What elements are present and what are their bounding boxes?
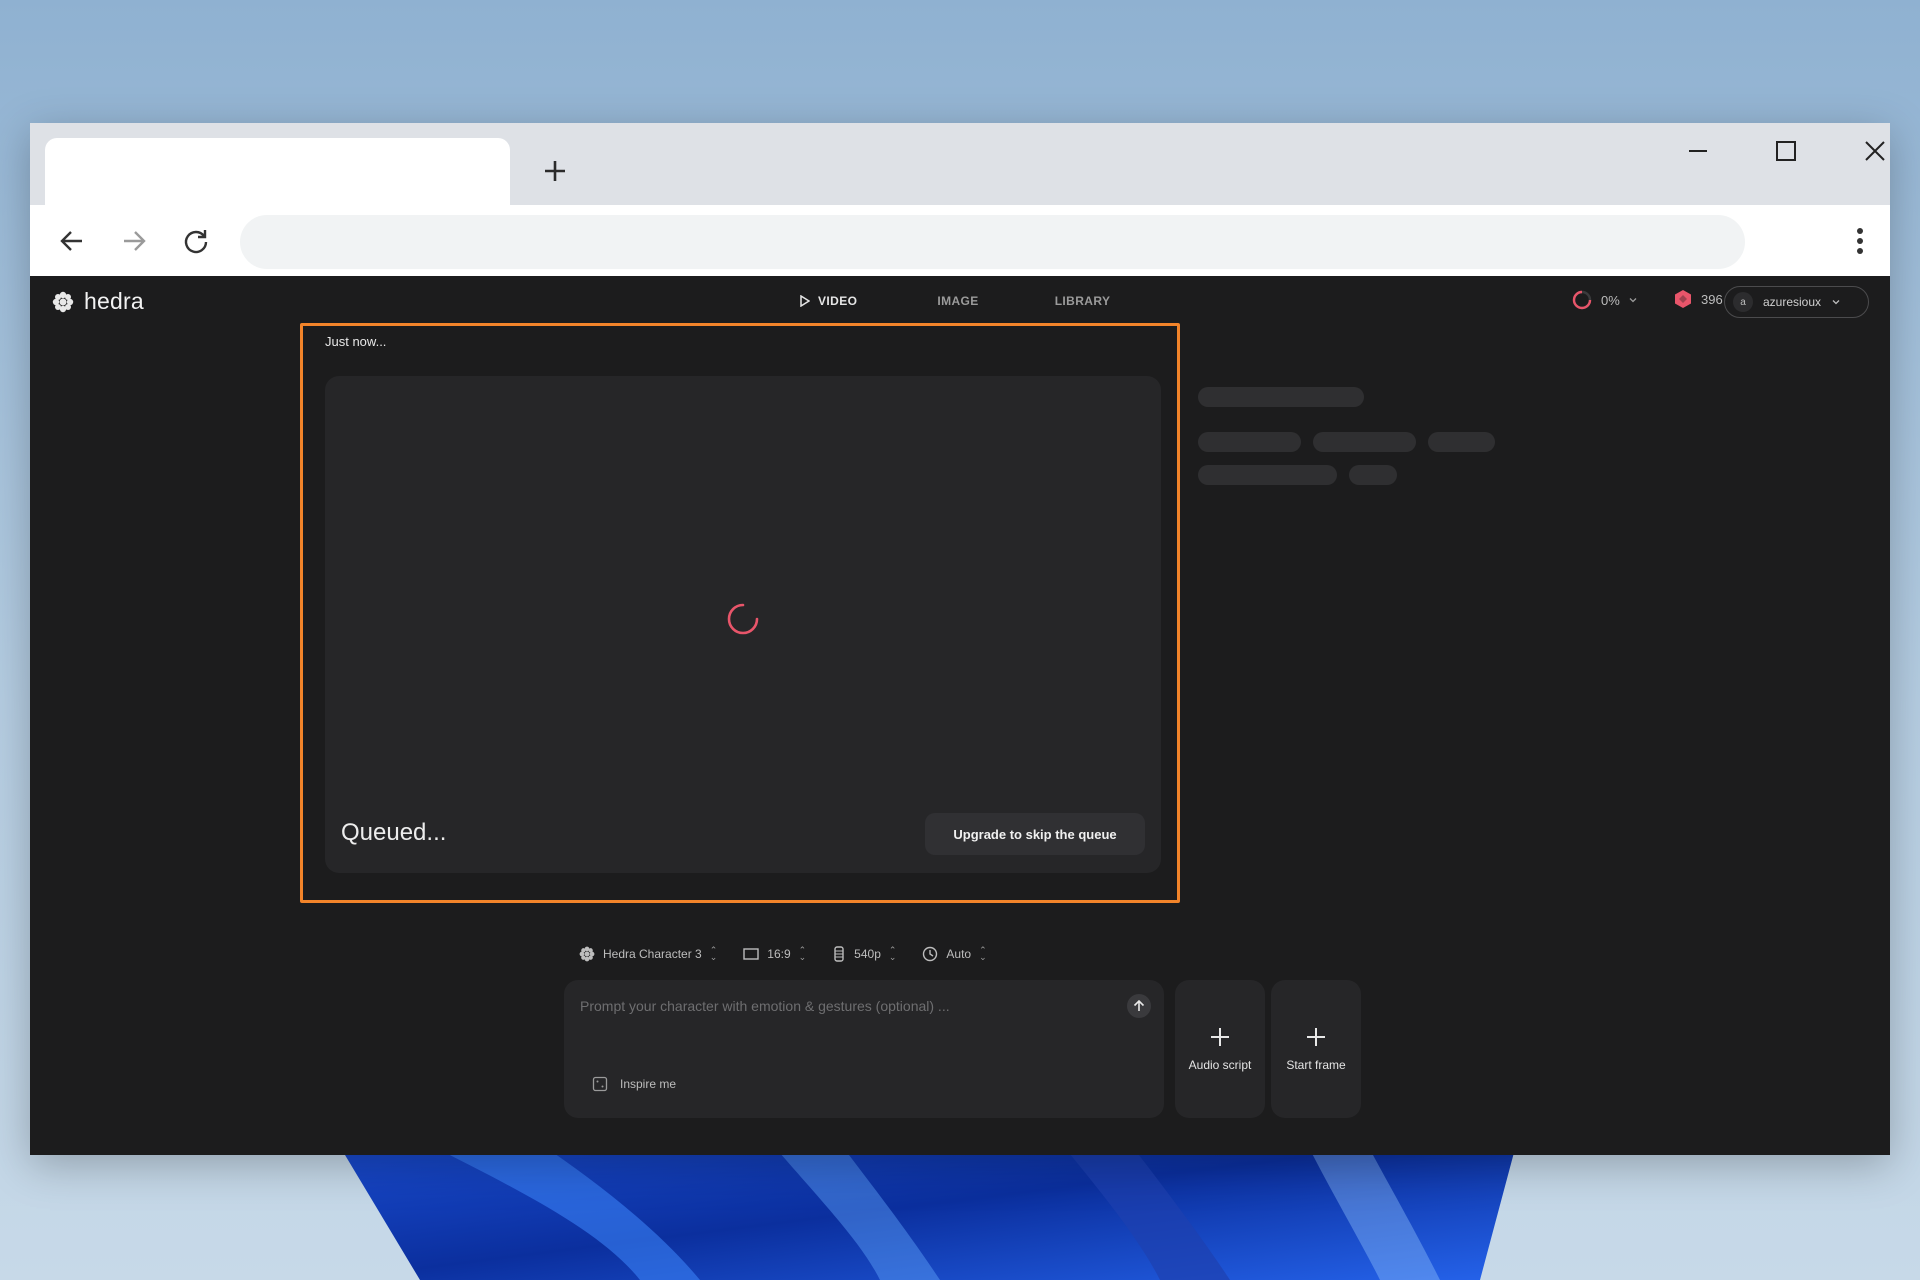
forward-arrow-icon (124, 231, 146, 251)
progress-indicator[interactable]: 0% (1571, 289, 1638, 311)
reload-icon (184, 230, 208, 254)
credits-gem-icon (1675, 290, 1691, 308)
address-bar[interactable] (240, 215, 1745, 269)
updown-chevron-icon: ⌃ ⌄ (709, 945, 718, 962)
job-timestamp: Just now... (325, 334, 387, 349)
aspect-ratio-selector[interactable]: 16:9 ⌃ ⌄ (743, 945, 807, 962)
updown-chevron-icon: ⌃ ⌄ (888, 945, 897, 962)
audio-script-label: Audio script (1188, 1058, 1252, 1072)
clock-icon (923, 946, 938, 962)
updown-chevron-icon: ⌃ ⌄ (979, 945, 987, 962)
maximize-button[interactable] (1756, 131, 1816, 171)
browser-tab[interactable] (45, 138, 510, 205)
close-icon (1865, 141, 1885, 161)
resolution-value: 540p (854, 947, 881, 961)
audio-script-button[interactable]: Audio script (1175, 980, 1265, 1118)
nav-library-label: LIBRARY (1054, 294, 1111, 308)
resolution-selector[interactable]: 540p ⌃ ⌄ (832, 946, 896, 962)
tab-strip (30, 123, 1890, 205)
browser-menu-button[interactable] (1840, 219, 1880, 263)
start-frame-button[interactable]: Start frame (1271, 980, 1361, 1118)
upgrade-skip-queue-button[interactable]: Upgrade to skip the queue (925, 813, 1145, 855)
reload-button[interactable] (174, 219, 218, 263)
minimize-icon (1689, 150, 1707, 152)
close-window-button[interactable] (1845, 131, 1905, 171)
loading-spinner-icon (727, 603, 759, 635)
back-arrow-icon (60, 231, 82, 251)
chevron-down-icon (1832, 300, 1840, 305)
plus-icon (1307, 1028, 1325, 1046)
nav-image[interactable]: IMAGE (937, 290, 978, 312)
credits-value: 396 (1701, 291, 1723, 307)
nav-image-label: IMAGE (937, 294, 979, 308)
prompt-input[interactable] (580, 994, 1100, 1018)
back-button[interactable] (50, 219, 94, 263)
skeleton-tag (1428, 432, 1495, 452)
brand-logo[interactable]: hedra (52, 288, 144, 315)
brand-name: hedra (84, 288, 144, 314)
arrow-up-icon (1133, 1000, 1145, 1011)
browser-toolbar (30, 205, 1890, 276)
aspect-value: 16:9 (767, 947, 791, 961)
prompt-box: Inspire me (564, 980, 1164, 1118)
updown-chevron-icon: ⌃ ⌄ (798, 945, 807, 962)
hedra-logo-icon (579, 946, 595, 962)
submit-button[interactable] (1127, 994, 1151, 1018)
inspire-me-label: Inspire me (620, 1077, 677, 1091)
duration-value: Auto (946, 947, 972, 961)
skeleton-tag (1198, 432, 1301, 452)
plus-icon (545, 161, 565, 181)
skeleton-title (1198, 387, 1364, 407)
play-icon (800, 295, 810, 307)
nav-library[interactable]: LIBRARY (1055, 290, 1111, 312)
model-value: Hedra Character 3 (603, 947, 702, 961)
kebab-menu-icon (1857, 228, 1863, 254)
nav-video[interactable]: VIDEO (800, 290, 857, 312)
progress-ring-icon (1572, 290, 1592, 310)
chevron-down-icon (1629, 298, 1637, 303)
resolution-icon (834, 946, 844, 962)
dice-icon (592, 1076, 608, 1092)
aspect-ratio-icon (743, 948, 759, 960)
avatar: a (1733, 292, 1753, 312)
start-frame-label: Start frame (1286, 1058, 1346, 1072)
plus-icon (1211, 1028, 1229, 1046)
hedra-logo-icon (52, 291, 74, 312)
queued-job-card: Just now... Queued... Upgrade to skip th… (300, 323, 1180, 903)
top-nav: VIDEO IMAGE LIBRARY (800, 290, 1110, 312)
new-tab-button[interactable] (535, 151, 575, 191)
skeleton-tag (1313, 432, 1416, 452)
credits-indicator[interactable]: 396 (1673, 289, 1723, 309)
browser-window: hedra VIDEO IMAGE LIBRARY 0% 396 a azure… (30, 123, 1890, 1155)
forward-button[interactable] (112, 219, 156, 263)
inspire-me-button[interactable]: Inspire me (592, 1076, 676, 1092)
nav-video-label: VIDEO (818, 294, 858, 308)
generation-settings: Hedra Character 3 ⌃⌄ 16:9 ⌃⌄ 540p ⌃⌄ (579, 946, 987, 962)
progress-value: 0% (1601, 292, 1620, 308)
skeleton-tag (1198, 465, 1337, 485)
video-preview: Queued... Upgrade to skip the queue (325, 376, 1161, 873)
skeleton-tag (1349, 465, 1397, 485)
maximize-icon (1776, 141, 1796, 161)
username: azuresioux (1763, 295, 1822, 309)
queue-status: Queued... (341, 819, 447, 846)
model-selector[interactable]: Hedra Character 3 ⌃ ⌄ (579, 946, 717, 962)
user-menu[interactable]: a azuresioux (1724, 286, 1869, 318)
minimize-button[interactable] (1668, 131, 1728, 171)
duration-selector[interactable]: Auto ⌃ ⌄ (922, 945, 987, 962)
hedra-app: hedra VIDEO IMAGE LIBRARY 0% 396 a azure… (30, 276, 1890, 1155)
